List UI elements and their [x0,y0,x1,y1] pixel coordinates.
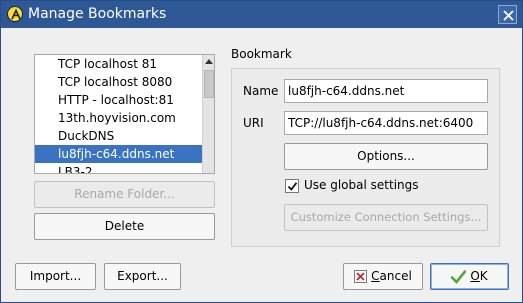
ok-check-icon [451,269,467,284]
cancel-button[interactable]: Cancel [343,263,423,290]
close-button[interactable] [498,5,517,24]
list-item[interactable]: HTTP - localhost:81 [35,91,202,109]
arrow-up-icon [205,59,213,64]
app-logo-icon [7,6,23,22]
list-item[interactable]: DuckDNS [35,127,202,145]
ok-mnemonic: O [470,269,480,283]
bookmarks-list[interactable]: TCP localhost 81 TCP localhost 8080 HTTP… [34,54,215,174]
customize-connection-button[interactable]: Customize Connection Settings... [284,204,488,231]
list-scrollbar[interactable] [202,55,214,173]
list-item[interactable]: 13th.hoyvision.com [35,109,202,127]
cancel-label-rest: ancel [379,269,412,283]
export-button[interactable]: Export... [104,263,181,290]
delete-button[interactable]: Delete [34,213,215,240]
window-title: Manage Bookmarks [28,6,167,22]
name-label: Name [243,84,279,98]
scroll-up-arrow[interactable] [203,55,214,68]
cancel-icon [354,270,368,283]
checkmark-icon [287,182,298,191]
uri-label: URI [243,116,264,130]
uri-field[interactable] [284,111,488,135]
list-item[interactable]: TCP localhost 81 [35,55,202,73]
import-button[interactable]: Import... [15,263,96,290]
ok-label-rest: K [479,269,488,283]
title-bar[interactable]: Manage Bookmarks [1,1,522,28]
use-global-settings-label[interactable]: Use global settings [304,178,419,192]
list-item[interactable]: TCP localhost 8080 [35,73,202,91]
manage-bookmarks-dialog: Manage Bookmarks TCP localhost 81 TCP lo… [0,0,523,303]
bookmark-group-title: Bookmark [231,47,292,61]
cancel-mnemonic: C [371,269,380,283]
options-button[interactable]: Options... [284,143,488,170]
use-global-settings-checkbox[interactable] [285,179,299,193]
list-item-selected[interactable]: lu8fjh-c64.ddns.net [35,145,202,163]
close-icon [503,10,514,21]
list-item[interactable]: LB3-2 [35,163,202,173]
scroll-thumb[interactable] [204,70,214,98]
ok-button[interactable]: OK [430,263,509,290]
rename-folder-button[interactable]: Rename Folder... [34,181,215,208]
name-field[interactable] [284,79,488,103]
